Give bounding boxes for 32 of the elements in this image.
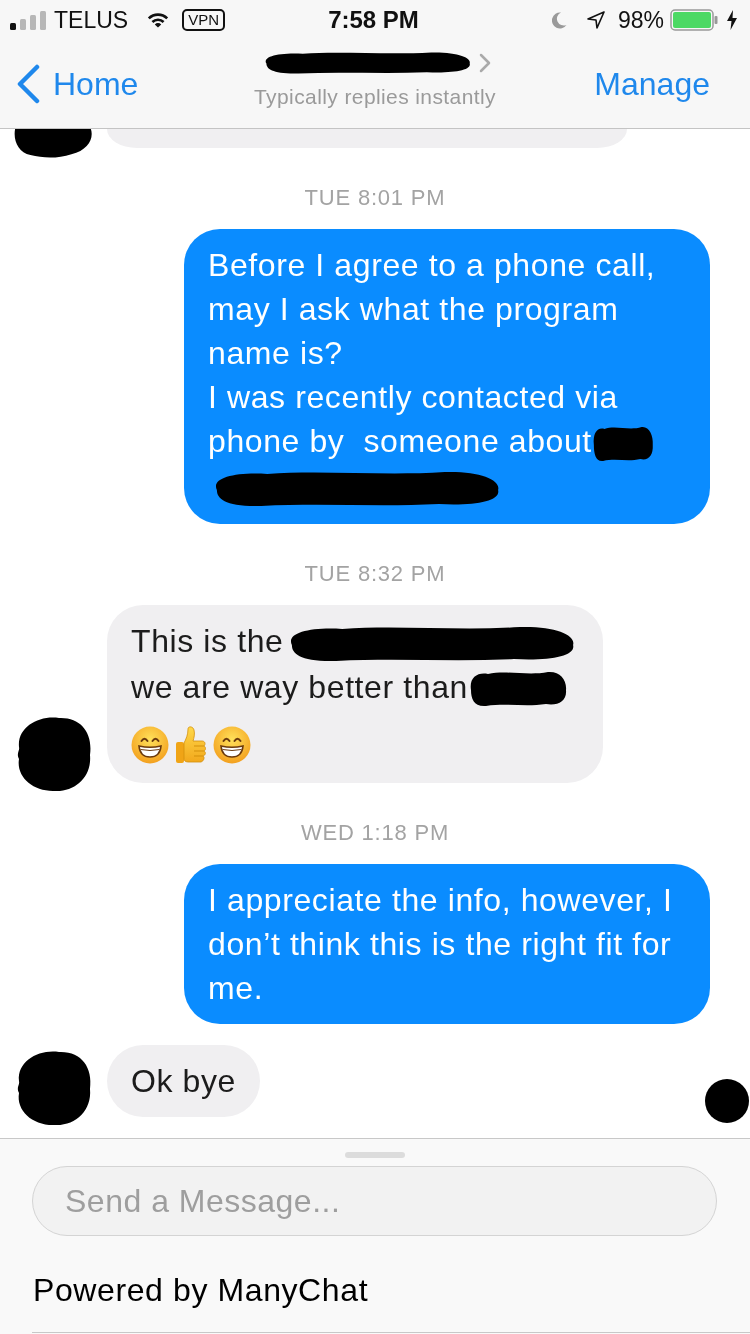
drag-handle[interactable] <box>345 1152 405 1158</box>
charging-bolt-icon <box>727 10 737 30</box>
timestamp: TUE 8:32 PM <box>304 560 446 589</box>
message-input[interactable]: Send a Message... <box>32 1166 717 1236</box>
wifi-icon <box>147 12 170 28</box>
avatar-icon <box>12 129 94 158</box>
grinning-face-icon <box>131 725 169 764</box>
grinning-face-icon <box>213 725 251 764</box>
vpn-badge: VPN <box>182 9 225 31</box>
powered-by-text: Powered by ManyChat <box>33 1271 369 1310</box>
manage-button[interactable]: Manage <box>594 65 710 103</box>
message-text: Before I agree to a phone call, may I ask what the program name is? <box>208 247 657 371</box>
battery-percent: 98% <box>617 6 664 34</box>
timestamp: WED 1:18 PM <box>300 819 450 848</box>
signal-icon <box>10 10 46 30</box>
message-text: phone by someone about <box>208 423 592 459</box>
message-text: This is the <box>131 623 284 660</box>
message-text: Ok bye <box>131 1063 236 1100</box>
message-text: I was recently contacted via <box>208 379 618 415</box>
carrier-name: TELUS <box>54 6 129 34</box>
chevron-left-icon <box>16 64 40 104</box>
message-text: I appreciate the info, however, I don’t think this is the right fit for me. <box>208 882 674 1007</box>
thumbs-up-icon <box>174 724 208 765</box>
timestamp: TUE 8:01 PM <box>304 184 446 212</box>
battery-icon <box>670 9 718 31</box>
location-arrow-icon <box>586 11 605 29</box>
clock: 7:58 PM <box>328 6 419 34</box>
moon-icon <box>551 11 567 29</box>
message-text: we are way better than <box>131 668 468 705</box>
chevron-right-icon <box>478 53 491 73</box>
status-subtitle: Typically replies instantly <box>254 84 496 110</box>
back-button[interactable]: Home <box>16 64 139 104</box>
